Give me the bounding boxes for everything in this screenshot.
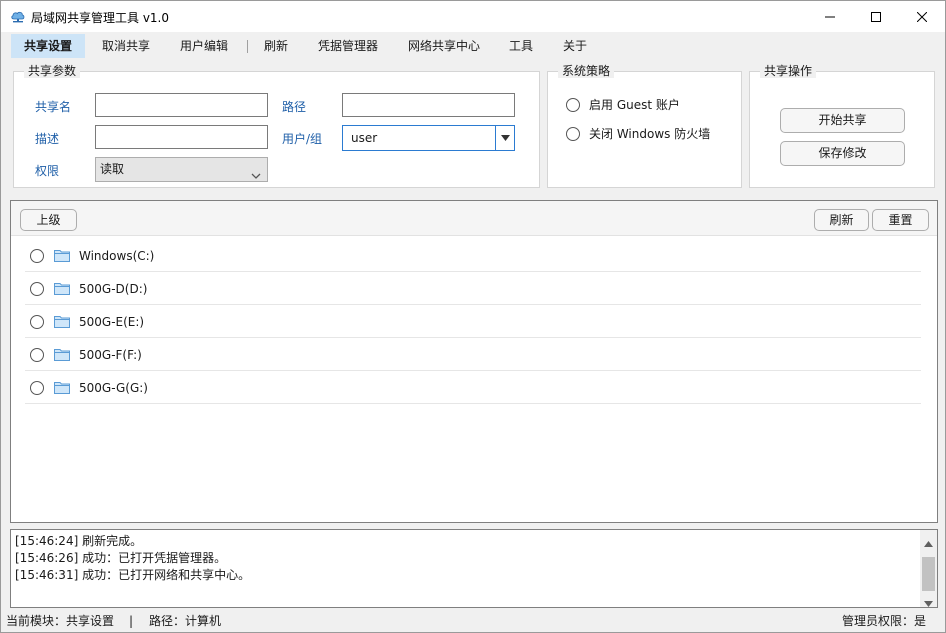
folder-icon <box>54 348 70 364</box>
title-bar[interactable]: 局域网共享管理工具 v1.0 <box>1 1 945 32</box>
menu-about[interactable]: 关于 <box>555 34 595 58</box>
menu-refresh[interactable]: 刷新 <box>257 34 295 58</box>
description-input[interactable] <box>95 125 268 149</box>
share-ops-title: 共享操作 <box>760 64 817 78</box>
log-line: [15:46:26] 成功：已打开凭据管理器。 <box>15 551 227 565</box>
app-window: 局域网共享管理工具 v1.0 共享设置 取消共享 用户编辑 刷新 凭据管理器 网… <box>0 0 946 633</box>
file-browser: 上级 刷新 重置 Windows(C:) 500G-D(D:) 500G-E(E… <box>10 200 938 523</box>
folder-icon <box>54 282 70 298</box>
log-panel[interactable]: [15:46:24] 刷新完成。 [15:46:26] 成功：已打开凭据管理器。… <box>10 529 938 608</box>
description-label: 描述 <box>35 132 60 146</box>
cloud-network-icon <box>10 8 26 24</box>
drive-name: Windows(C:) <box>79 249 155 263</box>
drive-select-radio[interactable] <box>30 315 44 329</box>
maximize-icon <box>871 11 881 22</box>
path-input[interactable] <box>342 93 515 117</box>
permission-label: 权限 <box>35 164 60 178</box>
folder-icon <box>54 381 70 397</box>
menu-cancel-share[interactable]: 取消共享 <box>93 34 159 58</box>
triangle-down-icon <box>500 135 510 141</box>
minimize-button[interactable] <box>807 1 853 32</box>
maximize-button[interactable] <box>853 1 899 32</box>
enable-guest-label[interactable]: 启用 Guest 账户 <box>589 97 680 113</box>
drive-name: 500G-G(G:) <box>79 381 148 395</box>
log-line: [15:46:31] 成功：已打开网络和共享中心。 <box>15 568 251 582</box>
path-label: 路径 <box>282 100 307 114</box>
close-icon <box>917 11 927 22</box>
menu-bar: 共享设置 取消共享 用户编辑 刷新 凭据管理器 网络共享中心 工具 关于 <box>1 32 945 60</box>
drive-name: 500G-F(F:) <box>79 348 142 362</box>
menu-network-sharing-center[interactable]: 网络共享中心 <box>399 34 489 58</box>
system-policy-title: 系统策略 <box>558 64 615 78</box>
combo-dropdown-button[interactable] <box>495 126 514 150</box>
share-name-label: 共享名 <box>35 100 72 114</box>
drive-select-radio[interactable] <box>30 282 44 296</box>
share-params-group: 共享参数 共享名 路径 描述 用户/组 user 权限 读取 <box>13 64 540 188</box>
share-name-input[interactable] <box>95 93 268 117</box>
status-path: 路径：计算机 <box>149 614 222 628</box>
browser-toolbar: 上级 刷新 重置 <box>11 201 937 236</box>
drive-row[interactable]: 500G-D(D:) <box>25 272 921 305</box>
user-group-combobox[interactable]: user <box>342 125 515 151</box>
system-policy-group: 系统策略 启用 Guest 账户 关闭 Windows 防火墙 <box>547 64 742 188</box>
log-scrollbar[interactable] <box>920 530 937 607</box>
save-changes-button[interactable]: 保存修改 <box>780 141 905 166</box>
drive-row[interactable]: Windows(C:) <box>25 239 921 272</box>
drive-name: 500G-D(D:) <box>79 282 148 296</box>
browser-reset-button[interactable]: 重置 <box>872 209 929 231</box>
scroll-down-icon[interactable] <box>924 596 933 610</box>
user-group-value: user <box>351 131 378 145</box>
menu-user-edit[interactable]: 用户编辑 <box>171 34 237 58</box>
close-button[interactable] <box>899 1 945 32</box>
chevron-down-icon <box>251 165 261 188</box>
drive-select-radio[interactable] <box>30 381 44 395</box>
scroll-up-icon[interactable] <box>924 536 933 550</box>
user-group-label: 用户/组 <box>282 132 323 146</box>
menu-tools[interactable]: 工具 <box>501 34 541 58</box>
menu-credential-manager[interactable]: 凭据管理器 <box>307 34 389 58</box>
drive-row[interactable]: 500G-F(F:) <box>25 338 921 371</box>
browser-refresh-button[interactable]: 刷新 <box>814 209 869 231</box>
permission-select[interactable]: 读取 <box>95 157 268 182</box>
permission-value: 读取 <box>100 162 125 176</box>
status-bar: 当前模块：共享设置 | 路径：计算机 管理员权限：是 <box>1 611 945 632</box>
window-title: 局域网共享管理工具 v1.0 <box>31 11 170 25</box>
status-separator: | <box>129 614 134 628</box>
disable-firewall-label[interactable]: 关闭 Windows 防火墙 <box>589 126 710 142</box>
menu-share-settings[interactable]: 共享设置 <box>11 34 85 58</box>
menu-separator <box>247 40 248 53</box>
enable-guest-radio[interactable] <box>566 98 580 112</box>
drive-select-radio[interactable] <box>30 249 44 263</box>
drive-row[interactable]: 500G-G(G:) <box>25 371 921 404</box>
scroll-thumb[interactable] <box>922 557 935 591</box>
start-share-button[interactable]: 开始共享 <box>780 108 905 133</box>
drive-select-radio[interactable] <box>30 348 44 362</box>
share-ops-group: 共享操作 开始共享 保存修改 <box>749 64 935 188</box>
share-params-title: 共享参数 <box>24 64 81 78</box>
drive-row[interactable]: 500G-E(E:) <box>25 305 921 338</box>
folder-icon <box>54 249 70 265</box>
drive-name: 500G-E(E:) <box>79 315 145 329</box>
up-level-button[interactable]: 上级 <box>20 209 77 231</box>
log-line: [15:46:24] 刷新完成。 <box>15 534 143 548</box>
status-module: 当前模块：共享设置 <box>6 614 115 628</box>
minimize-icon <box>825 16 835 17</box>
status-admin: 管理员权限：是 <box>842 614 927 628</box>
folder-icon <box>54 315 70 331</box>
disable-firewall-radio[interactable] <box>566 127 580 141</box>
